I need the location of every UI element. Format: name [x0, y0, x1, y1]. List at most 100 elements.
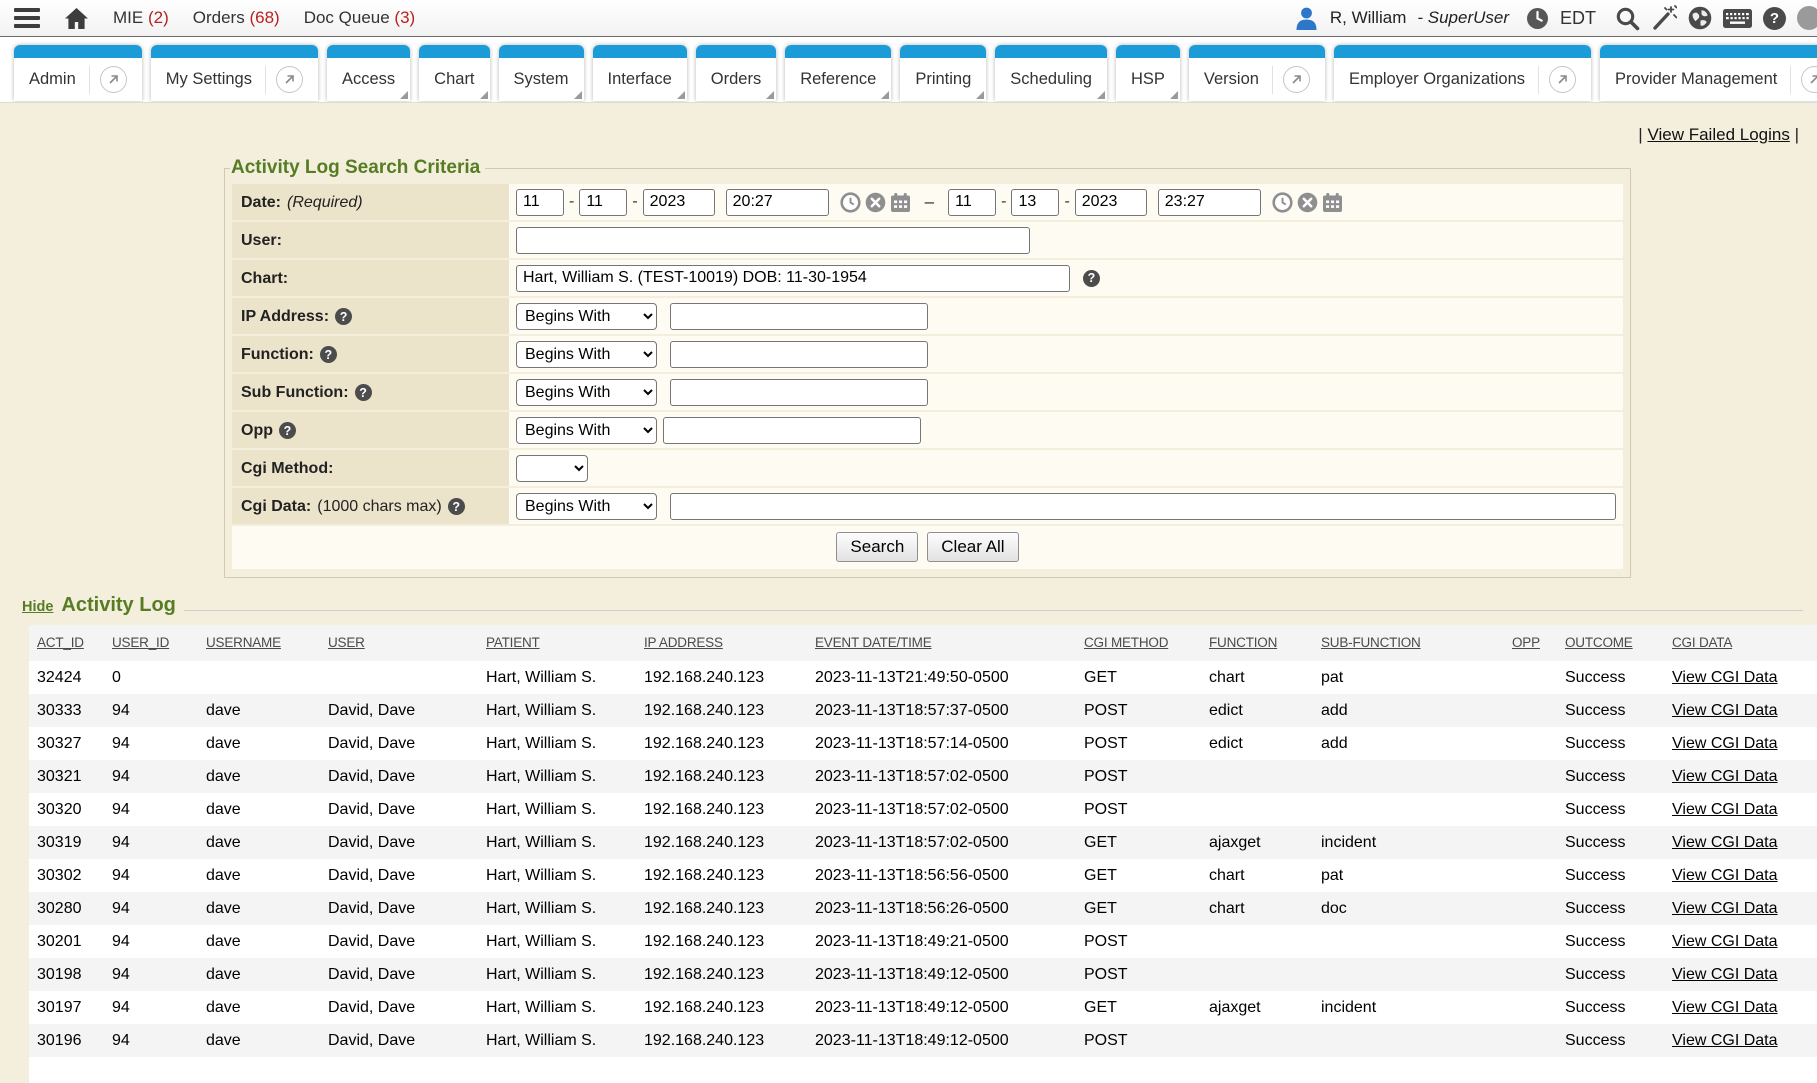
- external-link-icon[interactable]: [1801, 66, 1817, 93]
- external-link-icon[interactable]: [276, 66, 303, 93]
- column-header-link[interactable]: SUB-FUNCTION: [1321, 635, 1421, 650]
- date-from-year-input[interactable]: [643, 189, 715, 216]
- view-cgi-data-link[interactable]: View CGI Data: [1672, 768, 1778, 785]
- column-header-link[interactable]: ACT_ID: [37, 635, 84, 650]
- external-link-icon[interactable]: [1549, 66, 1576, 93]
- date-to-year-input[interactable]: [1075, 189, 1147, 216]
- user-input[interactable]: [516, 227, 1030, 254]
- function-input[interactable]: [670, 341, 928, 368]
- opp-match-select[interactable]: Begins With: [516, 417, 657, 444]
- view-cgi-data-link[interactable]: View CGI Data: [1672, 900, 1778, 917]
- keyboard-icon[interactable]: [1723, 9, 1752, 28]
- column-header-link[interactable]: USERNAME: [206, 635, 281, 650]
- cell-ip-address: 192.168.240.123: [636, 694, 807, 727]
- column-header-link[interactable]: USER_ID: [112, 635, 169, 650]
- tab-employer-organizations[interactable]: Employer Organizations: [1334, 45, 1591, 101]
- date-from-month-input[interactable]: [516, 189, 564, 216]
- tab-hsp[interactable]: HSP: [1116, 45, 1180, 101]
- tab-orders[interactable]: Orders: [696, 45, 776, 101]
- tab-access[interactable]: Access: [327, 45, 410, 101]
- time-picker-icon[interactable]: [840, 192, 861, 213]
- chart-input[interactable]: [516, 265, 1070, 292]
- tab-chart[interactable]: Chart: [419, 45, 489, 101]
- external-link-icon[interactable]: [1283, 66, 1310, 93]
- column-header-link[interactable]: EVENT DATE/TIME: [815, 635, 932, 650]
- search-button[interactable]: Search: [836, 532, 918, 562]
- search-icon[interactable]: [1615, 6, 1640, 31]
- tab-admin[interactable]: Admin: [14, 45, 142, 101]
- globe-icon[interactable]: [1688, 6, 1712, 30]
- opp-input[interactable]: [663, 417, 921, 444]
- date-to-month-input[interactable]: [948, 189, 996, 216]
- view-cgi-data-link[interactable]: View CGI Data: [1672, 801, 1778, 818]
- cell-user: David, Dave: [320, 760, 478, 793]
- home-icon[interactable]: [64, 7, 89, 30]
- view-cgi-data-link[interactable]: View CGI Data: [1672, 834, 1778, 851]
- tab-printing[interactable]: Printing: [900, 45, 986, 101]
- view-cgi-data-link[interactable]: View CGI Data: [1672, 933, 1778, 950]
- nav-orders[interactable]: Orders (68): [193, 8, 280, 28]
- hide-log-link[interactable]: Hide: [22, 599, 53, 615]
- chart-help-icon[interactable]: ?: [1083, 270, 1100, 287]
- column-header-link[interactable]: OUTCOME: [1565, 635, 1633, 650]
- external-link-icon[interactable]: [100, 66, 127, 93]
- column-header-link[interactable]: IP ADDRESS: [644, 635, 723, 650]
- ip-help-icon[interactable]: ?: [335, 308, 352, 325]
- ip-address-input[interactable]: [670, 303, 928, 330]
- cgi-data-help-icon[interactable]: ?: [448, 498, 465, 515]
- clear-all-button[interactable]: Clear All: [927, 532, 1018, 562]
- date-to-day-input[interactable]: [1011, 189, 1059, 216]
- column-header-link[interactable]: OPP: [1512, 635, 1540, 650]
- hamburger-menu-icon[interactable]: [14, 8, 40, 28]
- cell-function: ajaxget: [1201, 991, 1313, 1024]
- view-cgi-data-link[interactable]: View CGI Data: [1672, 867, 1778, 884]
- clock-icon[interactable]: [1526, 7, 1549, 30]
- column-header-link[interactable]: CGI DATA: [1672, 635, 1732, 650]
- tab-my-settings[interactable]: My Settings: [151, 45, 318, 101]
- view-cgi-data-link[interactable]: View CGI Data: [1672, 1032, 1778, 1049]
- cell-patient: Hart, William S.: [478, 826, 636, 859]
- table-row: 30333 94 dave David, Dave Hart, William …: [29, 694, 1817, 727]
- date-to-time-input[interactable]: [1158, 189, 1261, 216]
- time-picker-icon[interactable]: [1272, 192, 1293, 213]
- view-cgi-data-link[interactable]: View CGI Data: [1672, 669, 1778, 686]
- view-cgi-data-link[interactable]: View CGI Data: [1672, 966, 1778, 983]
- sub-function-match-select[interactable]: Begins With: [516, 379, 657, 406]
- tab-system[interactable]: System: [499, 45, 584, 101]
- opp-help-icon[interactable]: ?: [279, 422, 296, 439]
- cgi-data-match-select[interactable]: Begins With: [516, 493, 657, 520]
- tab-version[interactable]: Version: [1189, 45, 1325, 101]
- view-cgi-data-link[interactable]: View CGI Data: [1672, 999, 1778, 1016]
- tab-scheduling[interactable]: Scheduling: [995, 45, 1107, 101]
- clear-date-icon[interactable]: [865, 192, 886, 213]
- activity-log-header: Hide Activity Log: [22, 594, 1803, 617]
- date-from-time-input[interactable]: [726, 189, 829, 216]
- calendar-icon[interactable]: [890, 192, 911, 213]
- tab-reference[interactable]: Reference: [785, 45, 891, 101]
- sub-function-input[interactable]: [670, 379, 928, 406]
- function-help-icon[interactable]: ?: [320, 346, 337, 363]
- clear-date-icon[interactable]: [1297, 192, 1318, 213]
- view-cgi-data-link[interactable]: View CGI Data: [1672, 702, 1778, 719]
- cgi-method-select[interactable]: [516, 455, 588, 482]
- magic-wand-icon[interactable]: [1651, 5, 1677, 31]
- nav-doc-queue[interactable]: Doc Queue (3): [304, 8, 416, 28]
- date-from-day-input[interactable]: [579, 189, 627, 216]
- ip-match-select[interactable]: Begins With: [516, 303, 657, 330]
- function-match-select[interactable]: Begins With: [516, 341, 657, 368]
- view-failed-logins-link[interactable]: View Failed Logins: [1647, 125, 1789, 144]
- column-header-link[interactable]: FUNCTION: [1209, 635, 1277, 650]
- column-header-link[interactable]: PATIENT: [486, 635, 540, 650]
- cell-cgi-data: View CGI Data: [1664, 892, 1817, 925]
- tab-provider-management[interactable]: Provider Management: [1600, 45, 1817, 101]
- calendar-icon[interactable]: [1322, 192, 1343, 213]
- column-header-link[interactable]: CGI METHOD: [1084, 635, 1168, 650]
- column-header-link[interactable]: USER: [328, 635, 365, 650]
- sub-function-help-icon[interactable]: ?: [355, 384, 372, 401]
- nav-mie[interactable]: MIE (2): [113, 8, 169, 28]
- help-icon[interactable]: ?: [1763, 7, 1786, 30]
- user-icon[interactable]: [1296, 7, 1317, 30]
- cgi-data-input[interactable]: [670, 493, 1616, 520]
- view-cgi-data-link[interactable]: View CGI Data: [1672, 735, 1778, 752]
- tab-interface[interactable]: Interface: [593, 45, 687, 101]
